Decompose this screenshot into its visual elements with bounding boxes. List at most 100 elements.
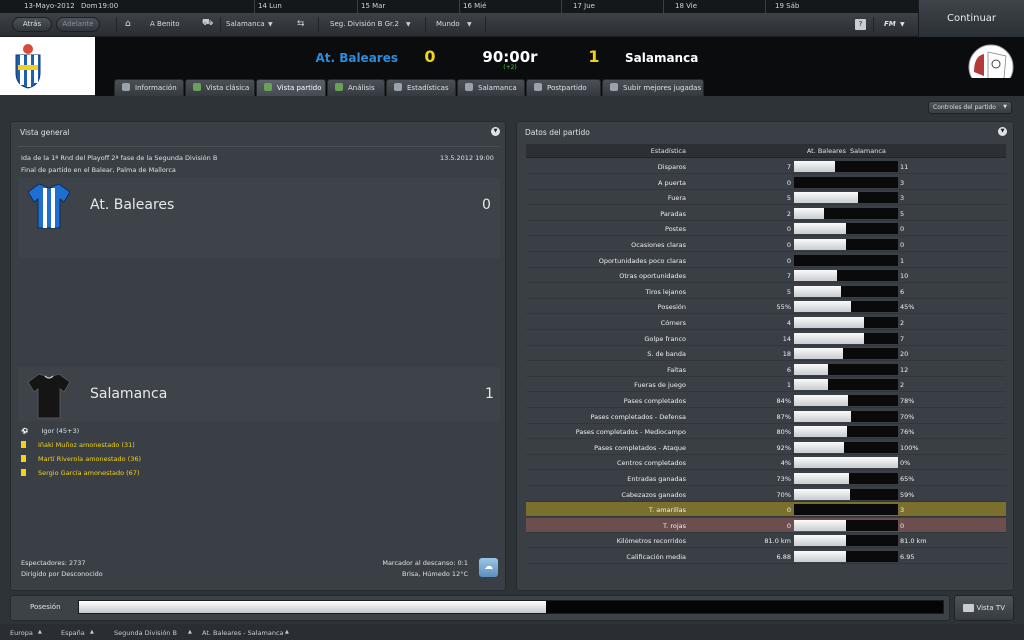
tab-vista-partido[interactable]: Vista partido bbox=[256, 79, 326, 96]
stat-away-value: 65% bbox=[900, 475, 915, 483]
stat-row: Postes 0 0 bbox=[526, 221, 1006, 237]
tv-view-button[interactable]: Vista TV bbox=[954, 595, 1014, 621]
stat-comparison-bar bbox=[794, 207, 898, 219]
world-menu[interactable]: Mundo bbox=[436, 20, 460, 28]
fm-menu-button[interactable]: FM bbox=[884, 20, 896, 28]
stat-row: Kilómetros recorridos 81.0 km 81.0 km bbox=[526, 533, 1006, 549]
chevron-up-icon[interactable]: ▲ bbox=[90, 629, 94, 635]
stat-away-value: 10 bbox=[900, 272, 909, 281]
stat-away-value: 3 bbox=[900, 506, 905, 515]
stat-home-value: 87% bbox=[776, 412, 791, 421]
stat-home-share-fill bbox=[794, 457, 898, 469]
fm-dropdown-icon[interactable]: ▼ bbox=[900, 21, 905, 28]
overview-home-team[interactable]: At. Baleares bbox=[90, 197, 174, 213]
tab-subir-mejores-jugadas[interactable]: Subir mejores jugadas bbox=[602, 79, 704, 96]
tab-estadisticas[interactable]: Estadísticas bbox=[386, 79, 456, 96]
stat-row: Disparos 7 11 bbox=[526, 159, 1006, 174]
stat-home-value: 1 bbox=[786, 381, 791, 390]
breadcrumb-item[interactable]: Europa bbox=[10, 629, 33, 637]
home-score: 0 bbox=[424, 47, 436, 66]
overview-menu-icon[interactable]: ▼ bbox=[491, 127, 500, 136]
manager-menu[interactable]: A Benito bbox=[150, 20, 180, 28]
breadcrumb-item[interactable]: At. Baleares - Salamanca bbox=[202, 629, 284, 637]
calendar-strip: 13-Mayo-2012 Dom 19:00 14 Lun 15 Mar 16 … bbox=[0, 0, 918, 13]
tab-vista-clasica[interactable]: Vista clásica bbox=[185, 79, 255, 96]
stat-row: Otras oportunidades 7 10 bbox=[526, 268, 1006, 284]
stat-home-value: 2 bbox=[786, 209, 791, 218]
stat-label: Postes bbox=[665, 225, 686, 234]
chevron-up-icon[interactable]: ▲ bbox=[38, 629, 42, 635]
breadcrumb-item[interactable]: España bbox=[61, 629, 85, 637]
stat-comparison-bar bbox=[794, 285, 898, 297]
stat-label: Córners bbox=[660, 319, 686, 327]
tab-informacion[interactable]: Información bbox=[114, 79, 184, 96]
home-crest-area bbox=[0, 37, 95, 95]
ball-icon: ⚽ bbox=[21, 428, 29, 435]
match-controls-button[interactable]: Controles del partido ▼ bbox=[928, 101, 1012, 114]
club-dropdown-icon[interactable]: ▼ bbox=[268, 21, 273, 28]
stat-row: Cabezazos ganados 70% 59% bbox=[526, 487, 1006, 502]
stat-home-value: 0 bbox=[786, 256, 791, 265]
calendar-day[interactable]: 15 Mar bbox=[361, 2, 385, 10]
calendar-day[interactable]: 17 Jue bbox=[573, 2, 595, 10]
tab-postpartido[interactable]: Postpartido bbox=[526, 79, 601, 96]
away-score: 1 bbox=[588, 47, 600, 66]
home-team-name[interactable]: At. Baleares bbox=[250, 51, 398, 65]
stat-home-value: 6 bbox=[786, 365, 791, 374]
stat-row: A puerta 0 3 bbox=[526, 175, 1006, 190]
stat-away-value: 5 bbox=[900, 209, 905, 218]
stat-comparison-bar bbox=[794, 519, 898, 531]
stats-menu-icon[interactable]: ▼ bbox=[998, 127, 1007, 136]
yellow-card-event: Sergio García amonestado (67) bbox=[21, 469, 139, 477]
stat-away-value: 70% bbox=[900, 412, 915, 421]
current-time: 19:00 bbox=[98, 2, 119, 10]
stat-label: Paradas bbox=[660, 209, 686, 218]
stat-away-value: 76% bbox=[900, 428, 915, 437]
club-menu[interactable]: Salamanca bbox=[226, 20, 265, 28]
stat-label: Posesión bbox=[657, 303, 686, 312]
calendar-day[interactable]: 16 Mié bbox=[463, 2, 486, 10]
stat-row: Fueras de juego 1 2 bbox=[526, 377, 1006, 393]
calendar-day[interactable]: 18 Vie bbox=[675, 2, 697, 10]
away-team-name[interactable]: Salamanca bbox=[625, 51, 698, 65]
back-button[interactable]: Atrás bbox=[12, 17, 52, 32]
stat-row: Entradas ganadas 73% 65% bbox=[526, 471, 1006, 486]
stat-home-share-fill bbox=[794, 363, 828, 375]
stat-row: Pases completados - Defensa 87% 70% bbox=[526, 409, 1006, 424]
home-team-row bbox=[18, 178, 500, 258]
stat-label: Centros completados bbox=[617, 459, 686, 468]
swap-icon[interactable]: ⇆ bbox=[297, 19, 305, 29]
stat-home-share-fill bbox=[794, 551, 846, 562]
yellow-card-icon bbox=[21, 441, 26, 448]
stat-comparison-bar bbox=[794, 161, 898, 172]
stat-comparison-bar bbox=[794, 301, 898, 313]
overview-away-team[interactable]: Salamanca bbox=[90, 386, 167, 402]
competition-menu[interactable]: Seg. División B Gr.2 bbox=[330, 20, 399, 28]
stat-comparison-bar bbox=[794, 192, 898, 204]
stat-home-value: 0 bbox=[786, 225, 791, 234]
current-day: Dom bbox=[81, 2, 98, 10]
calendar-day[interactable]: 19 Sáb bbox=[775, 2, 799, 10]
continue-button[interactable]: Continuar bbox=[918, 0, 1024, 37]
stat-home-value: 5 bbox=[786, 194, 791, 203]
chevron-up-icon[interactable]: ▲ bbox=[188, 629, 192, 635]
stat-home-share-fill bbox=[794, 348, 843, 360]
stat-label: Ocasiones claras bbox=[631, 241, 686, 249]
world-dropdown-icon[interactable]: ▼ bbox=[467, 21, 472, 28]
home-icon[interactable]: ⌂ bbox=[125, 19, 131, 29]
car-icon[interactable]: ⛟ bbox=[202, 18, 213, 29]
stat-home-value: 84% bbox=[776, 397, 791, 405]
stat-label: Faltas bbox=[667, 365, 686, 374]
breadcrumb-item[interactable]: Segunda División B bbox=[114, 629, 177, 637]
possession-label: Posesión bbox=[30, 603, 61, 611]
forward-button[interactable]: Adelante bbox=[56, 17, 100, 32]
help-button[interactable]: ? bbox=[855, 19, 866, 30]
stat-comparison-bar bbox=[794, 317, 898, 328]
chevron-up-icon[interactable]: ▲ bbox=[285, 629, 289, 635]
tab-analisis[interactable]: Análisis bbox=[327, 79, 385, 96]
calendar-day[interactable]: 14 Lun bbox=[258, 2, 282, 10]
competition-dropdown-icon[interactable]: ▼ bbox=[406, 21, 411, 28]
tab-salamanca[interactable]: Salamanca bbox=[457, 79, 525, 96]
stat-label: Cabezazos ganados bbox=[621, 490, 686, 499]
stat-comparison-bar bbox=[794, 223, 898, 235]
